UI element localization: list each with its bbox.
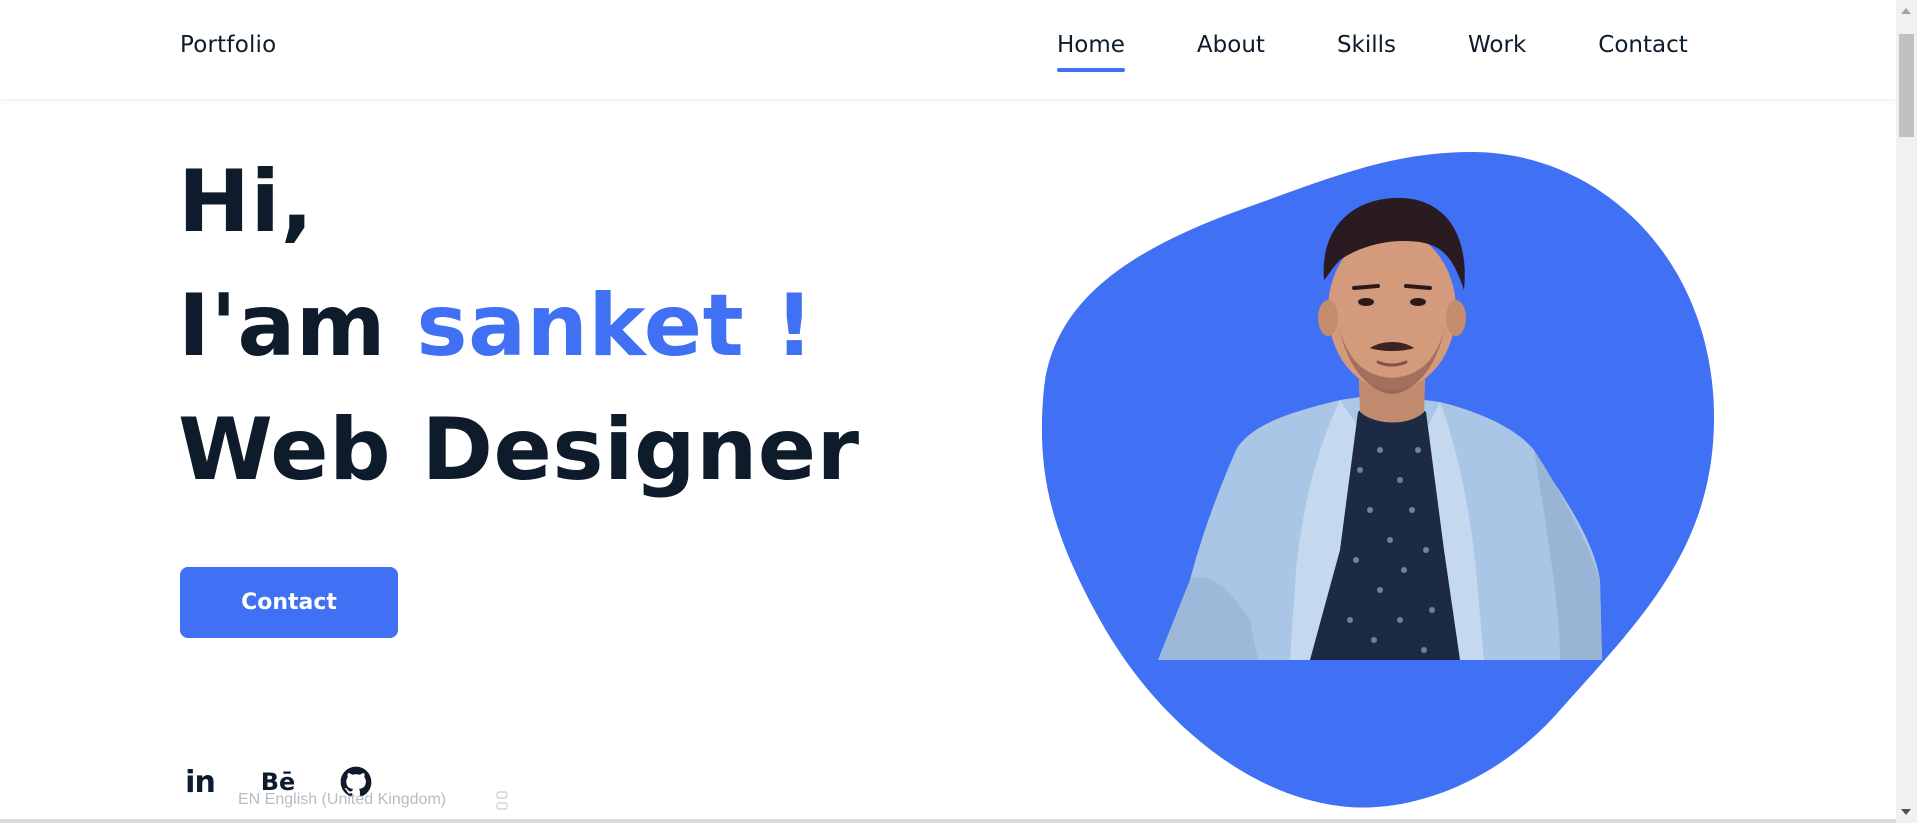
hero-text: Hi, I'am sanket ! Web Designer	[178, 140, 860, 512]
nav-contact[interactable]: Contact	[1598, 32, 1687, 72]
main-nav: Home About Skills Work Contact	[1057, 32, 1688, 72]
site-logo[interactable]: Portfolio	[180, 32, 276, 58]
language-indicator[interactable]: EN English (United Kingdom)	[238, 791, 446, 809]
keyboard-icon	[496, 791, 508, 810]
horizontal-scrollbar[interactable]	[0, 819, 1896, 823]
vertical-scrollbar[interactable]	[1896, 0, 1917, 823]
hero-intro-prefix: I'am	[178, 276, 417, 376]
hero-contact-button[interactable]: Contact	[180, 567, 398, 638]
scroll-thumb[interactable]	[1899, 34, 1914, 137]
nav-skills[interactable]: Skills	[1337, 32, 1396, 72]
top-header: Portfolio Home About Skills Work Contact	[0, 0, 1896, 99]
hero-intro: I'am sanket !	[178, 264, 860, 388]
hero-name: sanket !	[416, 276, 815, 376]
page: Portfolio Home About Skills Work Contact…	[0, 0, 1917, 823]
scroll-up-icon[interactable]	[1901, 8, 1911, 14]
scroll-down-icon[interactable]	[1901, 809, 1911, 815]
hero-role: Web Designer	[178, 400, 860, 500]
linkedin-glyph: in	[185, 764, 216, 800]
nav-work[interactable]: Work	[1468, 32, 1526, 72]
nav-home[interactable]: Home	[1057, 32, 1125, 72]
hero-greeting: Hi,	[178, 152, 314, 252]
profile-blob	[1040, 150, 1716, 810]
linkedin-icon[interactable]: in	[180, 762, 220, 802]
nav-about[interactable]: About	[1197, 32, 1265, 72]
profile-image	[1041, 152, 1715, 808]
